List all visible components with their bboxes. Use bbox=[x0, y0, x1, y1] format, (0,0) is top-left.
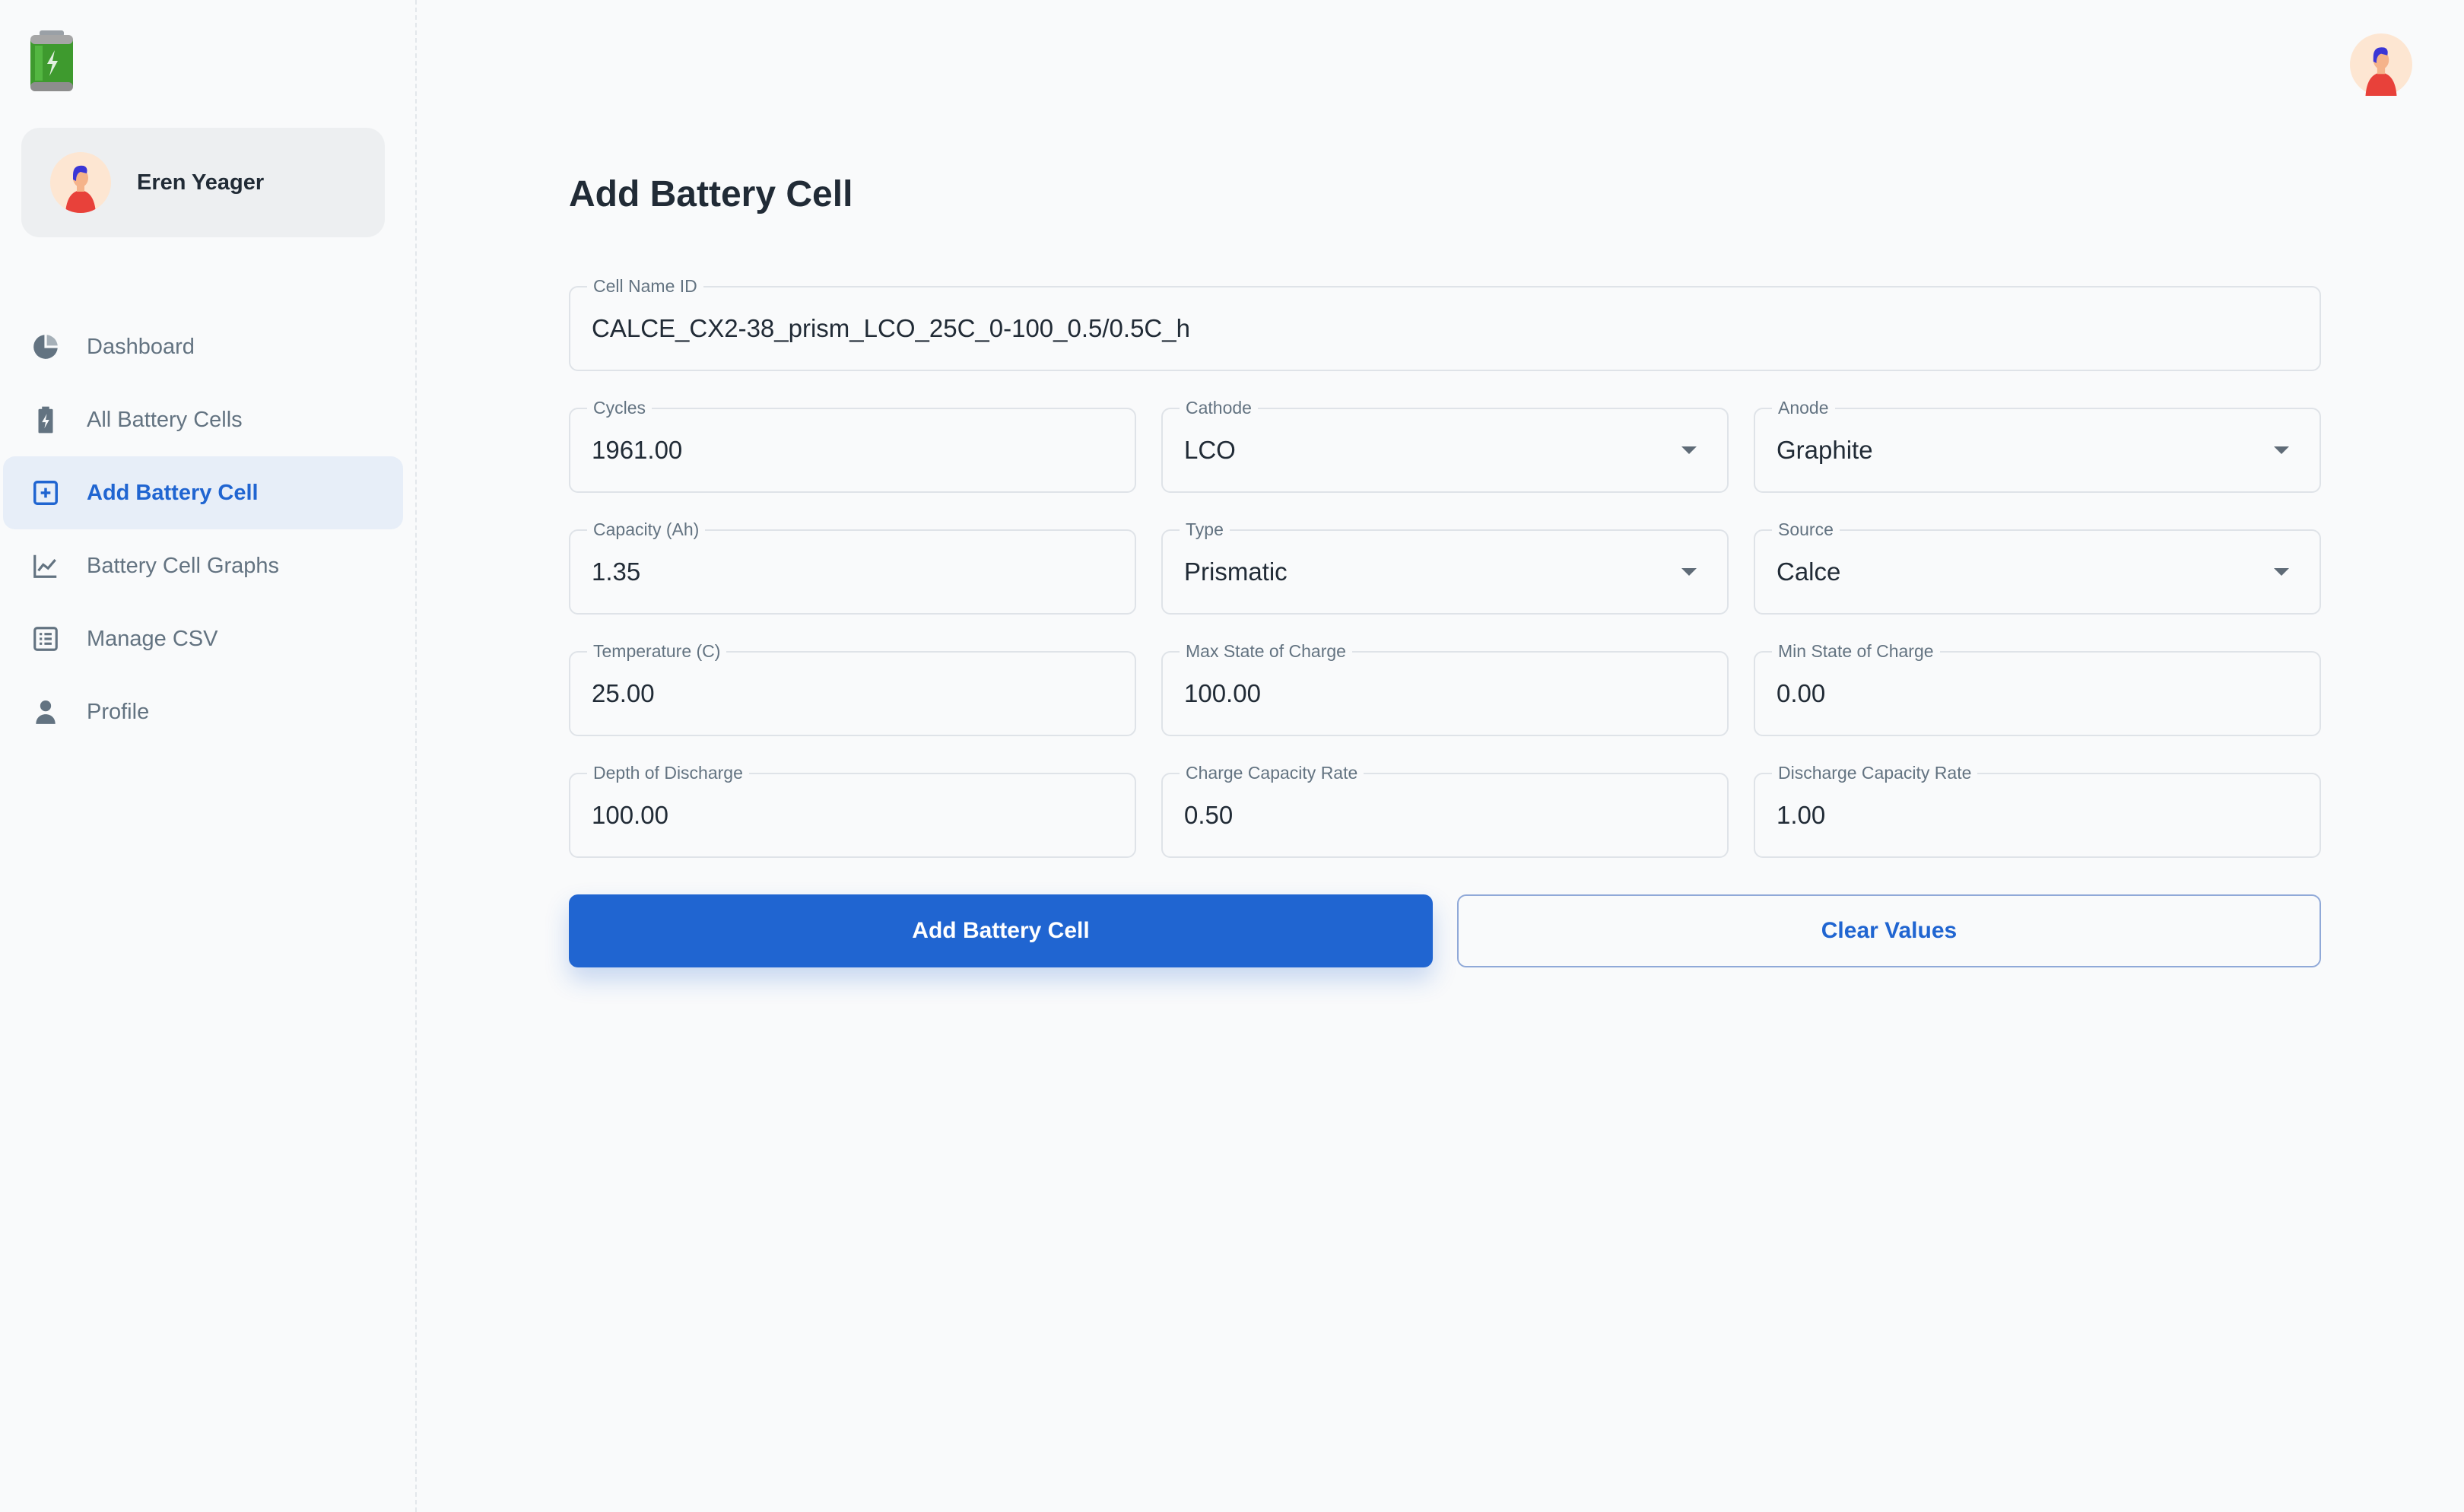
cathode-value: LCO bbox=[1184, 436, 1236, 464]
cycles-field[interactable]: Cycles 1961.00 bbox=[569, 397, 1136, 493]
cycles-value: 1961.00 bbox=[592, 436, 683, 464]
anode-select[interactable]: Anode Graphite bbox=[1754, 397, 2321, 493]
charge-rate-value: 0.50 bbox=[1184, 801, 1234, 829]
discharge-rate-field[interactable]: Discharge Capacity Rate 1.00 bbox=[1754, 762, 2321, 858]
capacity-field[interactable]: Capacity (Ah) 1.35 bbox=[569, 519, 1136, 615]
sidebar-nav: Dashboard All Battery Cells Add Battery … bbox=[3, 310, 403, 748]
capacity-value: 1.35 bbox=[592, 557, 641, 586]
sidebar-item-label: Battery Cell Graphs bbox=[87, 553, 280, 578]
sidebar-item-manage-csv[interactable]: Manage CSV bbox=[3, 602, 403, 675]
add-battery-cell-button[interactable]: Add Battery Cell bbox=[569, 894, 1433, 967]
cell-name-value: CALCE_CX2-38_prism_LCO_25C_0-100_0.5/0.5… bbox=[592, 314, 1190, 342]
account-avatar-button[interactable] bbox=[2350, 33, 2412, 96]
temperature-field[interactable]: Temperature (C) 25.00 bbox=[569, 640, 1136, 736]
type-select[interactable]: Type Prismatic bbox=[1161, 519, 1729, 615]
plus-square-icon bbox=[30, 478, 61, 508]
max-soc-value: 100.00 bbox=[1184, 679, 1261, 707]
sidebar-item-all-battery-cells[interactable]: All Battery Cells bbox=[3, 383, 403, 456]
list-icon bbox=[30, 624, 61, 654]
sidebar-item-label: Manage CSV bbox=[87, 626, 218, 651]
sidebar-item-label: Add Battery Cell bbox=[87, 480, 259, 505]
anode-value: Graphite bbox=[1777, 436, 1873, 464]
page-title: Add Battery Cell bbox=[569, 174, 853, 214]
battery-logo-icon[interactable] bbox=[29, 29, 75, 93]
discharge-rate-value: 1.00 bbox=[1777, 801, 1826, 829]
chevron-down-icon bbox=[2274, 446, 2289, 454]
account-card[interactable]: Eren Yeager bbox=[21, 128, 385, 237]
clear-values-button[interactable]: Clear Values bbox=[1457, 894, 2321, 967]
source-select[interactable]: Source Calce bbox=[1754, 519, 2321, 615]
line-chart-icon bbox=[30, 551, 61, 581]
sidebar-item-profile[interactable]: Profile bbox=[3, 675, 403, 748]
chevron-down-icon bbox=[1681, 568, 1697, 576]
pie-chart-icon bbox=[30, 332, 61, 362]
cell-name-field[interactable]: Cell Name ID CALCE_CX2-38_prism_LCO_25C_… bbox=[569, 275, 2321, 371]
person-icon bbox=[30, 697, 61, 727]
sidebar: Eren Yeager Dashboard All Battery Cells bbox=[0, 0, 417, 1512]
min-soc-value: 0.00 bbox=[1777, 679, 1826, 707]
sidebar-item-label: Profile bbox=[87, 699, 150, 724]
cathode-select[interactable]: Cathode LCO bbox=[1161, 397, 1729, 493]
sidebar-item-battery-cell-graphs[interactable]: Battery Cell Graphs bbox=[3, 529, 403, 602]
sidebar-item-add-battery-cell[interactable]: Add Battery Cell bbox=[3, 456, 403, 529]
dod-field[interactable]: Depth of Discharge 100.00 bbox=[569, 762, 1136, 858]
sidebar-item-label: All Battery Cells bbox=[87, 407, 243, 432]
max-soc-field[interactable]: Max State of Charge 100.00 bbox=[1161, 640, 1729, 736]
type-value: Prismatic bbox=[1184, 557, 1288, 586]
account-name: Eren Yeager bbox=[137, 170, 265, 195]
dod-value: 100.00 bbox=[592, 801, 668, 829]
source-value: Calce bbox=[1777, 557, 1841, 586]
sidebar-item-label: Dashboard bbox=[87, 334, 195, 359]
min-soc-field[interactable]: Min State of Charge 0.00 bbox=[1754, 640, 2321, 736]
temperature-value: 25.00 bbox=[592, 679, 655, 707]
user-avatar bbox=[50, 152, 111, 213]
sidebar-item-dashboard[interactable]: Dashboard bbox=[3, 310, 403, 383]
charge-rate-field[interactable]: Charge Capacity Rate 0.50 bbox=[1161, 762, 1729, 858]
battery-charging-icon bbox=[30, 405, 61, 435]
chevron-down-icon bbox=[2274, 568, 2289, 576]
chevron-down-icon bbox=[1681, 446, 1697, 454]
